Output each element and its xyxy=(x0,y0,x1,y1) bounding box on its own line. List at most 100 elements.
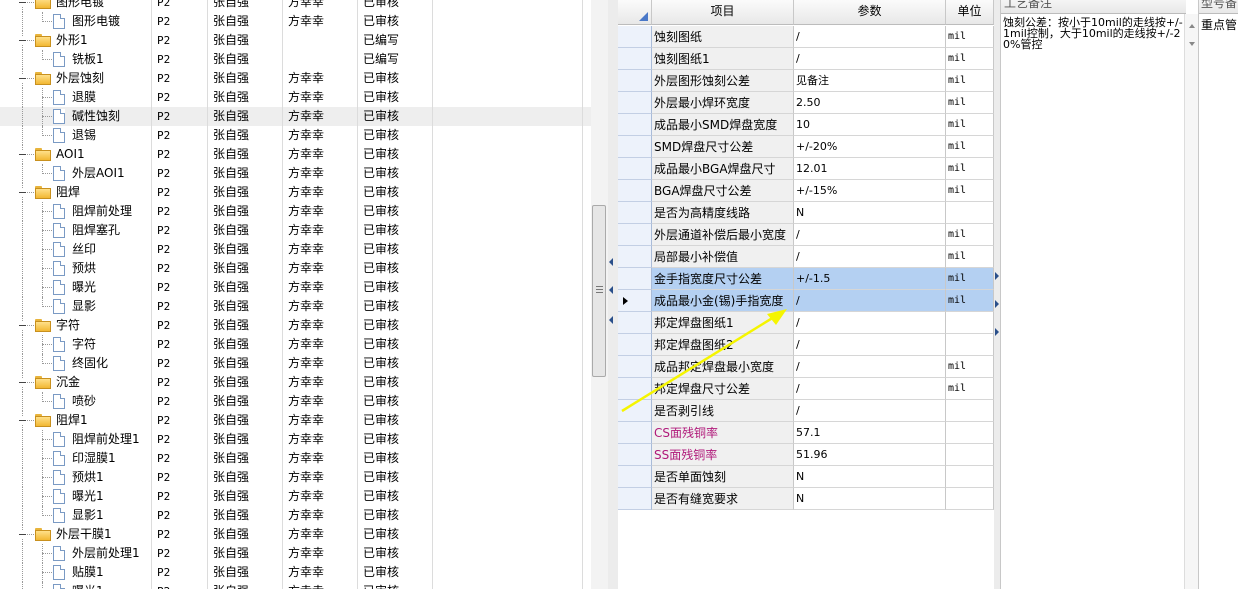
parameter-value-cell[interactable]: +/-20% xyxy=(794,136,946,158)
tree-node-label[interactable]: 阻焊前处理 xyxy=(72,202,132,221)
auditor-cell[interactable]: 方幸幸 xyxy=(283,259,358,278)
parameter-value-cell[interactable]: 12.01 xyxy=(794,158,946,180)
version-cell[interactable]: P2 xyxy=(152,430,208,449)
auditor-cell[interactable]: 方幸幸 xyxy=(283,221,358,240)
tree-node-label[interactable]: 阻焊1 xyxy=(56,411,88,430)
row-indicator[interactable] xyxy=(618,114,652,136)
parameter-value-cell[interactable]: 10 xyxy=(794,114,946,136)
editor-cell[interactable]: 张自强 xyxy=(208,582,283,589)
parameter-unit-cell[interactable] xyxy=(946,202,994,224)
tree-node-label[interactable]: 阻焊塞孔 xyxy=(72,221,120,240)
parameter-row[interactable]: 蚀刻图纸 / mil xyxy=(618,26,994,48)
parameter-value-cell[interactable]: / xyxy=(794,290,946,312)
parameter-item-cell[interactable]: 金手指宽度尺寸公差 xyxy=(652,268,794,290)
status-cell[interactable]: 已审核 xyxy=(358,316,433,335)
parameter-row[interactable]: 成品最小SMD焊盘宽度 10 mil xyxy=(618,114,994,136)
parameter-item-cell[interactable]: 成品最小金(锡)手指宽度 xyxy=(652,290,794,312)
status-cell[interactable]: 已审核 xyxy=(358,582,433,589)
tree-node-label[interactable]: 图形电镀 xyxy=(56,0,104,12)
auditor-cell[interactable]: 方幸幸 xyxy=(283,316,358,335)
parameter-item-cell[interactable]: 局部最小补偿值 xyxy=(652,246,794,268)
auditor-cell[interactable] xyxy=(283,31,358,50)
collapse-minus-icon[interactable] xyxy=(18,416,27,425)
empty-cell[interactable] xyxy=(433,316,583,335)
tree-group-row[interactable]: 图形电镀 P2 张自强 方幸幸 已审核 xyxy=(0,0,592,12)
parameter-item-cell[interactable]: 外层图形蚀刻公差 xyxy=(652,70,794,92)
parameter-item-cell[interactable]: 邦定焊盘图纸1 xyxy=(652,312,794,334)
tree-name-cell[interactable]: 外形1 xyxy=(0,31,152,50)
parameter-unit-cell[interactable]: mil xyxy=(946,290,994,312)
version-cell[interactable]: P2 xyxy=(152,69,208,88)
parameter-unit-cell[interactable] xyxy=(946,422,994,444)
parameter-item-cell[interactable]: SS面残铜率 xyxy=(652,444,794,466)
auditor-cell[interactable]: 方幸幸 xyxy=(283,69,358,88)
tree-name-cell[interactable]: 退膜 xyxy=(0,88,152,107)
editor-cell[interactable]: 张自强 xyxy=(208,354,283,373)
tree-node-label[interactable]: 退膜 xyxy=(72,88,96,107)
tree-name-cell[interactable]: 字符 xyxy=(0,316,152,335)
editor-cell[interactable]: 张自强 xyxy=(208,278,283,297)
parameter-value-cell[interactable]: / xyxy=(794,48,946,70)
status-cell[interactable]: 已审核 xyxy=(358,145,433,164)
tree-step-row[interactable]: 碱性蚀刻 P2 张自强 方幸幸 已审核 xyxy=(0,107,592,126)
editor-cell[interactable]: 张自强 xyxy=(208,183,283,202)
parameter-item-cell[interactable]: 外层通道补偿后最小宽度 xyxy=(652,224,794,246)
tree-group-row[interactable]: 外层干膜1 P2 张自强 方幸幸 已审核 xyxy=(0,525,592,544)
version-cell[interactable]: P2 xyxy=(152,31,208,50)
status-cell[interactable]: 已审核 xyxy=(358,259,433,278)
empty-cell[interactable] xyxy=(433,297,583,316)
parameter-value-cell[interactable]: N xyxy=(794,488,946,510)
parameter-row[interactable]: 局部最小补偿值 / mil xyxy=(618,246,994,268)
tree-step-row[interactable]: 阻焊塞孔 P2 张自强 方幸幸 已审核 xyxy=(0,221,592,240)
version-cell[interactable]: P2 xyxy=(152,449,208,468)
parameter-unit-cell[interactable]: mil xyxy=(946,246,994,268)
tree-node-label[interactable]: 阻焊前处理1 xyxy=(72,430,140,449)
editor-cell[interactable]: 张自强 xyxy=(208,392,283,411)
auditor-cell[interactable]: 方幸幸 xyxy=(283,411,358,430)
status-cell[interactable]: 已审核 xyxy=(358,506,433,525)
status-cell[interactable]: 已审核 xyxy=(358,278,433,297)
empty-cell[interactable] xyxy=(433,107,583,126)
tree-node-label[interactable]: 字符 xyxy=(56,316,80,335)
parameter-item-cell[interactable]: 外层最小焊环宽度 xyxy=(652,92,794,114)
parameter-unit-cell[interactable]: mil xyxy=(946,224,994,246)
tree-node-label[interactable]: 显影1 xyxy=(72,506,104,525)
auditor-cell[interactable]: 方幸幸 xyxy=(283,12,358,31)
version-cell[interactable]: P2 xyxy=(152,126,208,145)
parameter-value-cell[interactable]: +/-1.5 xyxy=(794,268,946,290)
version-cell[interactable]: P2 xyxy=(152,411,208,430)
collapse-minus-icon[interactable] xyxy=(18,530,27,539)
parameter-value-cell[interactable]: / xyxy=(794,224,946,246)
row-indicator[interactable] xyxy=(618,400,652,422)
version-cell[interactable]: P2 xyxy=(152,563,208,582)
status-cell[interactable]: 已审核 xyxy=(358,88,433,107)
collapse-minus-icon[interactable] xyxy=(18,150,27,159)
parameter-row[interactable]: SS面残铜率 51.96 xyxy=(618,444,994,466)
status-cell[interactable]: 已审核 xyxy=(358,12,433,31)
row-indicator[interactable] xyxy=(618,136,652,158)
tree-step-row[interactable]: 退锡 P2 张自强 方幸幸 已审核 xyxy=(0,126,592,145)
tree-step-row[interactable]: 阻焊前处理 P2 张自强 方幸幸 已审核 xyxy=(0,202,592,221)
status-cell[interactable]: 已审核 xyxy=(358,392,433,411)
tree-step-row[interactable]: 终固化 P2 张自强 方幸幸 已审核 xyxy=(0,354,592,373)
version-cell[interactable]: P2 xyxy=(152,335,208,354)
editor-cell[interactable]: 张自强 xyxy=(208,411,283,430)
status-cell[interactable]: 已审核 xyxy=(358,240,433,259)
editor-cell[interactable]: 张自强 xyxy=(208,297,283,316)
empty-cell[interactable] xyxy=(433,221,583,240)
row-indicator[interactable] xyxy=(618,334,652,356)
version-cell[interactable]: P2 xyxy=(152,259,208,278)
status-cell[interactable]: 已审核 xyxy=(358,487,433,506)
tree-node-label[interactable]: 退锡 xyxy=(72,126,96,145)
tree-group-row[interactable]: 阻焊1 P2 张自强 方幸幸 已审核 xyxy=(0,411,592,430)
tree-step-row[interactable]: 曝光1 P2张自强方幸幸已审核 xyxy=(0,487,592,506)
version-cell[interactable]: P2 xyxy=(152,544,208,563)
parameter-item-cell[interactable]: 邦定焊盘图纸2 xyxy=(652,334,794,356)
status-cell[interactable]: 已审核 xyxy=(358,563,433,582)
parameter-unit-cell[interactable]: mil xyxy=(946,356,994,378)
type-remark-value[interactable]: 重点管 xyxy=(1201,16,1237,33)
tree-name-cell[interactable]: 退锡 xyxy=(0,126,152,145)
tree-name-cell[interactable]: 喷砂 xyxy=(0,392,152,411)
tree-name-cell[interactable]: 阻焊塞孔 xyxy=(0,221,152,240)
version-cell[interactable]: P2 xyxy=(152,278,208,297)
